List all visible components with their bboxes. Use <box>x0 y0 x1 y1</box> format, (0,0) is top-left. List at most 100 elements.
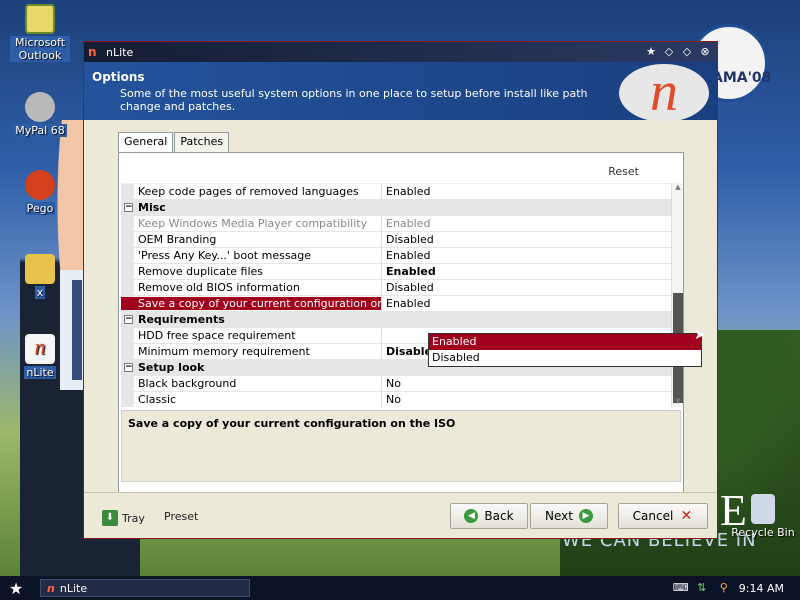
outlook-icon <box>25 4 55 34</box>
desktop-icon-label: MyPal 68 <box>13 124 67 137</box>
next-label: Next <box>545 509 573 523</box>
option-name: 'Press Any Key...' boot message <box>138 249 312 262</box>
nlite-logo: n <box>619 64 709 122</box>
reset-link[interactable]: Reset <box>608 165 639 178</box>
option-value[interactable]: Enabled <box>381 263 671 280</box>
desktop-icon-label: nLite <box>24 366 56 379</box>
back-arrow-icon: ◀ <box>464 509 479 523</box>
option-name: Keep code pages of removed languages <box>138 185 359 198</box>
option-value[interactable]: Enabled <box>381 215 671 232</box>
title-bar[interactable]: n nLite ★ ◇ ◇ ⊗ <box>84 42 717 62</box>
page-header: Options Some of the most useful system o… <box>84 62 717 122</box>
preset-button[interactable]: Preset <box>164 510 198 523</box>
option-value[interactable]: No <box>381 375 671 392</box>
recycle-bin-icon <box>751 494 775 524</box>
tray-download-icon: ⬇ <box>102 510 118 526</box>
preset-label: Preset <box>164 510 199 523</box>
cancel-button[interactable]: Cancel ✕ <box>618 503 708 529</box>
dropdown-option-enabled[interactable]: Enabled <box>429 334 701 350</box>
option-row[interactable]: Keep code pages of removed languages Ena… <box>121 184 671 200</box>
nlite-window: n nLite ★ ◇ ◇ ⊗ Options Some of the most… <box>83 41 718 539</box>
desktop-icon-nlite[interactable]: n nLite <box>10 334 70 379</box>
option-name: Black background <box>138 377 237 390</box>
collapse-icon[interactable]: − <box>124 315 133 324</box>
tab-general[interactable]: General <box>118 132 174 152</box>
option-row[interactable]: Keep Windows Media Player compatibility … <box>121 215 671 232</box>
folder-icon <box>25 254 55 284</box>
option-row[interactable]: Remove duplicate files Enabled <box>121 263 671 280</box>
option-value[interactable]: Enabled <box>381 247 671 264</box>
clock: 9:14 AM <box>738 581 784 595</box>
category-name: Requirements <box>138 313 225 326</box>
option-value[interactable]: Enabled <box>381 184 671 200</box>
wizard-footer: ⬇ Tray Preset ◀ Back Next ▶ Cancel ✕ <box>84 492 717 538</box>
option-name: HDD free space requirement <box>138 329 296 342</box>
nlite-app-icon: n <box>88 45 97 59</box>
close-icon[interactable]: ⊗ <box>697 44 713 60</box>
nlite-icon: n <box>25 334 55 364</box>
grid-scrollbar[interactable]: ▲ ▼ <box>671 183 683 407</box>
cancel-x-icon: ✕ <box>680 508 693 524</box>
tab-strip: General Patches <box>118 132 230 152</box>
back-button[interactable]: ◀ Back <box>450 503 528 529</box>
desktop-icon-folder[interactable]: x <box>10 254 70 299</box>
option-value[interactable]: Disabled <box>381 231 671 248</box>
desktop-icon-label: Pego <box>24 202 56 215</box>
keyboard-icon[interactable]: ⌨ <box>673 581 689 595</box>
tab-patches[interactable]: Patches <box>174 132 230 152</box>
system-tray: ⌨ ⇅ ⚲ 9:14 AM <box>673 581 800 595</box>
option-value[interactable]: Disabled <box>381 279 671 296</box>
desktop-icon-label: x <box>34 286 46 299</box>
wallpaper-tie <box>72 280 82 380</box>
start-button-icon[interactable]: ★ <box>0 579 32 598</box>
option-name: OEM Branding <box>138 233 217 246</box>
option-value[interactable]: Enabled <box>381 295 671 312</box>
collapse-icon[interactable]: − <box>124 363 133 372</box>
wallpaper-logo-text: AMA'08 <box>712 70 772 86</box>
tray-label: Tray <box>122 511 145 525</box>
mouse-cursor-icon: ➤ <box>694 327 706 343</box>
value-dropdown-list[interactable]: Enabled Disabled <box>428 333 702 367</box>
cancel-label: Cancel <box>632 509 674 523</box>
category-name: Setup look <box>138 361 205 374</box>
desktop-icon-recycle-bin[interactable]: Recycle Bin <box>728 494 798 539</box>
collapse-icon[interactable]: − <box>124 203 133 212</box>
back-label: Back <box>484 509 514 523</box>
next-button[interactable]: Next ▶ <box>530 503 608 529</box>
network-icon[interactable]: ⇅ <box>695 581 709 595</box>
option-value[interactable]: No <box>381 391 671 407</box>
option-description: Save a copy of your current configuratio… <box>121 410 681 482</box>
desktop-icon-outlook[interactable]: Microsoft Outlook <box>10 4 70 62</box>
dropdown-option-disabled[interactable]: Disabled <box>429 350 701 366</box>
option-row[interactable]: 'Press Any Key...' boot message Enabled <box>121 247 671 264</box>
page-description: Some of the most useful system options i… <box>120 87 588 113</box>
option-name: Classic <box>138 393 177 406</box>
category-row-requirements[interactable]: − Requirements <box>121 312 671 328</box>
option-row[interactable]: Black background No <box>121 375 671 392</box>
next-arrow-icon: ▶ <box>578 509 593 523</box>
page-title: Options <box>92 70 145 84</box>
desktop-icon-mypal[interactable]: MyPal 68 <box>10 92 70 137</box>
nlite-taskbar-icon: n <box>47 581 55 595</box>
search-icon[interactable]: ⚲ <box>717 581 731 595</box>
options-panel: Reset Keep code pages of removed languag… <box>118 152 706 517</box>
maximize-icon[interactable]: ◇ <box>679 44 695 60</box>
taskbar-item-nlite[interactable]: n nLite <box>40 579 250 597</box>
window-title: nLite <box>106 45 134 59</box>
option-row[interactable]: Remove old BIOS information Disabled <box>121 279 671 296</box>
minimize-icon[interactable]: ◇ <box>661 44 677 60</box>
mypal-icon <box>25 92 55 122</box>
options-grid: Keep code pages of removed languages Ena… <box>121 183 671 407</box>
category-name: Misc <box>138 201 166 214</box>
option-row[interactable]: Classic No <box>121 391 671 407</box>
scroll-up-icon[interactable]: ▲ <box>672 183 684 193</box>
option-row[interactable]: OEM Branding Disabled <box>121 231 671 248</box>
option-row-selected[interactable]: Save a copy of your current configuratio… <box>121 295 671 312</box>
desktop-icon-pego[interactable]: Pego <box>10 170 70 215</box>
pin-icon[interactable]: ★ <box>643 44 659 60</box>
tray-button[interactable]: ⬇ Tray <box>102 510 145 526</box>
taskbar-item-label: nLite <box>59 581 88 595</box>
category-row-misc[interactable]: − Misc <box>121 200 671 216</box>
scroll-down-icon[interactable]: ▼ <box>672 397 684 407</box>
option-name: Save a copy of your current configuratio… <box>121 297 381 310</box>
